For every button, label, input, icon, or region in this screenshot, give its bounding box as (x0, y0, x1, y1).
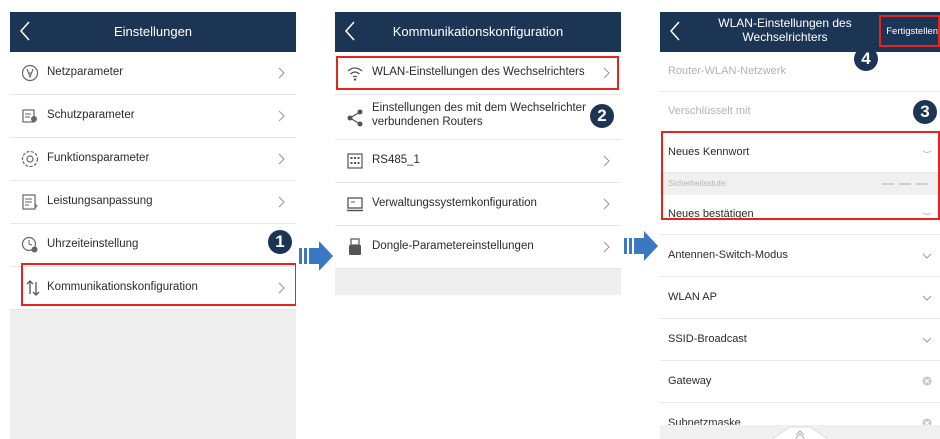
clock-gear-icon (21, 236, 38, 253)
rs485-port-icon (347, 153, 363, 169)
chevron-down-icon (922, 253, 932, 259)
back-icon[interactable] (668, 19, 682, 43)
title-line2: Wechselrichters (742, 30, 828, 44)
chevron-right-icon (278, 110, 285, 122)
chevron-right-icon (278, 196, 285, 208)
settings-header: Einstellungen (10, 12, 296, 52)
power-adjust-icon (22, 194, 38, 210)
dongle-icon (349, 238, 361, 255)
menu-item-label: Schutzparameter (47, 109, 135, 121)
flow-arrow-icon (299, 241, 333, 271)
menu-item-label: Funktionsparameter (47, 152, 150, 164)
function-gear-icon (21, 150, 39, 168)
communication-config-screen: Kommunikationskonfiguration WLAN-Einstel… (335, 12, 621, 295)
ssid-broadcast-select[interactable]: SSID-Broadcast (660, 319, 940, 361)
field-label: WLAN AP (668, 291, 717, 303)
flow-arrow-icon (624, 231, 658, 261)
monitor-icon (347, 197, 363, 212)
menu-item-label-line1: Einstellungen des mit dem Wechselrichter (372, 102, 586, 114)
field-label: SSID-Broadcast (668, 333, 747, 345)
communication-header: Kommunikationskonfiguration (335, 12, 621, 52)
settings-screen: Einstellungen Netzparameter Schutzparame… (10, 12, 296, 439)
menu-item-rs485[interactable]: RS485_1 (335, 140, 621, 183)
chevron-down-icon (922, 295, 932, 301)
step-badge-2: 2 (590, 104, 614, 128)
menu-item-dongle-parameters[interactable]: Dongle-Parametereinstellungen (335, 226, 621, 269)
field-label: Antennen-Switch-Modus (668, 249, 788, 261)
collapse-up-icon[interactable] (772, 425, 828, 439)
chevron-right-icon (278, 153, 285, 165)
collapse-bar[interactable] (660, 425, 940, 439)
title-line1: WLAN-Einstellungen des (718, 16, 852, 30)
gateway-field[interactable]: Gateway (660, 361, 940, 403)
wlan-settings-screen: WLAN-Einstellungen des Wechselrichters F… (660, 12, 940, 439)
router-wlan-network-field[interactable]: Router-WLAN-Netzwerk (660, 52, 940, 92)
clear-icon[interactable] (922, 376, 932, 386)
field-label: Verschlüsselt mit (668, 105, 751, 117)
menu-item-funktionsparameter[interactable]: Funktionsparameter (10, 138, 296, 181)
menu-item-netzparameter[interactable]: Netzparameter (10, 52, 296, 95)
highlight-box-step4 (879, 15, 940, 47)
page-title: Kommunikationskonfiguration (392, 24, 564, 39)
menu-item-uhrzeiteinstellung[interactable]: Uhrzeiteinstellung (10, 224, 296, 267)
menu-item-schutzparameter[interactable]: Schutzparameter (10, 95, 296, 138)
menu-item-label: Leistungsanpassung (47, 195, 153, 207)
antenna-switch-mode-select[interactable]: Antennen-Switch-Modus (660, 235, 940, 277)
encryption-field[interactable]: Verschlüsselt mit (660, 92, 940, 133)
menu-item-label: Uhrzeiteinstellung (47, 238, 139, 250)
chevron-right-icon (603, 155, 610, 167)
step-badge-4: 4 (854, 47, 878, 71)
chevron-right-icon (603, 241, 610, 253)
step-badge-3: 3 (913, 100, 937, 124)
menu-item-label-line2: verbundenen Routers (372, 116, 483, 128)
highlight-box-step2 (336, 56, 619, 90)
step-badge-1: 1 (268, 230, 292, 254)
page-title: Einstellungen (113, 24, 193, 39)
wlan-ap-select[interactable]: WLAN AP (660, 277, 940, 319)
menu-item-management-system[interactable]: Verwaltungssystemkonfiguration (335, 183, 621, 226)
chevron-right-icon (603, 198, 610, 210)
menu-item-router-settings[interactable]: Einstellungen des mit dem Wechselrichter… (335, 95, 621, 140)
chevron-right-icon (278, 67, 285, 79)
protection-icon (22, 109, 37, 123)
menu-item-label: Netzparameter (47, 66, 124, 78)
menu-item-label: Verwaltungssystemkonfiguration (372, 197, 537, 209)
field-label: Router-WLAN-Netzwerk (668, 65, 786, 77)
chevron-down-icon (922, 337, 932, 343)
page-title: WLAN-Einstellungen des Wechselrichters (710, 16, 860, 44)
menu-item-label: RS485_1 (372, 154, 420, 166)
grid-parameter-icon (21, 64, 39, 82)
highlight-box-step3 (661, 131, 940, 220)
menu-item-leistungsanpassung[interactable]: Leistungsanpassung (10, 181, 296, 224)
menu-item-label: Dongle-Parametereinstellungen (372, 240, 534, 252)
field-label: Gateway (668, 375, 712, 387)
highlight-box-step1 (21, 263, 296, 306)
share-icon (347, 109, 363, 127)
